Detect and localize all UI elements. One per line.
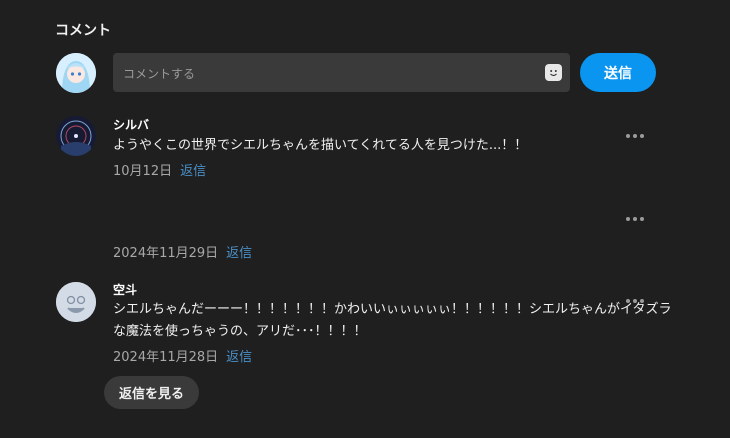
comment-meta: 2024年11月29日 返信 (113, 242, 252, 261)
commenter-avatar[interactable] (56, 282, 96, 322)
my-avatar (56, 53, 96, 93)
emoji-icon[interactable] (545, 64, 562, 81)
comment-date: 10月12日 (113, 164, 173, 179)
comment-input-container[interactable] (113, 53, 570, 94)
comment-text-line-1: シエルちゃんだーーー！！！！！！！かわいいぃぃぃぃぃ！！！！！！シエルちゃんがイ… (113, 302, 672, 317)
more-options-icon[interactable] (626, 132, 646, 140)
comment-date: 2024年11月28日 (113, 350, 219, 365)
view-replies-button[interactable]: 返信を見る (104, 376, 199, 409)
reply-button[interactable]: 返信 (226, 350, 252, 365)
more-options-icon[interactable] (626, 215, 646, 223)
comment-text-line-2: な魔法を使っちゃうの、アリだ･･･！！！！ (113, 324, 367, 339)
comment-author[interactable]: シルバ (113, 116, 149, 133)
more-options-icon[interactable] (626, 297, 646, 305)
comment-date: 2024年11月29日 (113, 246, 219, 261)
reply-button[interactable]: 返信 (180, 164, 206, 179)
reply-button[interactable]: 返信 (226, 246, 252, 261)
comment-author[interactable]: 空斗 (113, 281, 137, 298)
comment-meta: 10月12日 返信 (113, 160, 206, 179)
comments-section-title: コメント (55, 23, 111, 39)
comment-input[interactable] (121, 53, 545, 94)
comment-text: ようやくこの世界でシエルちゃんを描いてくれてる人を見つけた...！！ (113, 138, 528, 153)
comment-meta: 2024年11月28日 返信 (113, 346, 252, 365)
commenter-avatar[interactable] (56, 116, 96, 156)
send-button[interactable]: 送信 (580, 53, 656, 92)
